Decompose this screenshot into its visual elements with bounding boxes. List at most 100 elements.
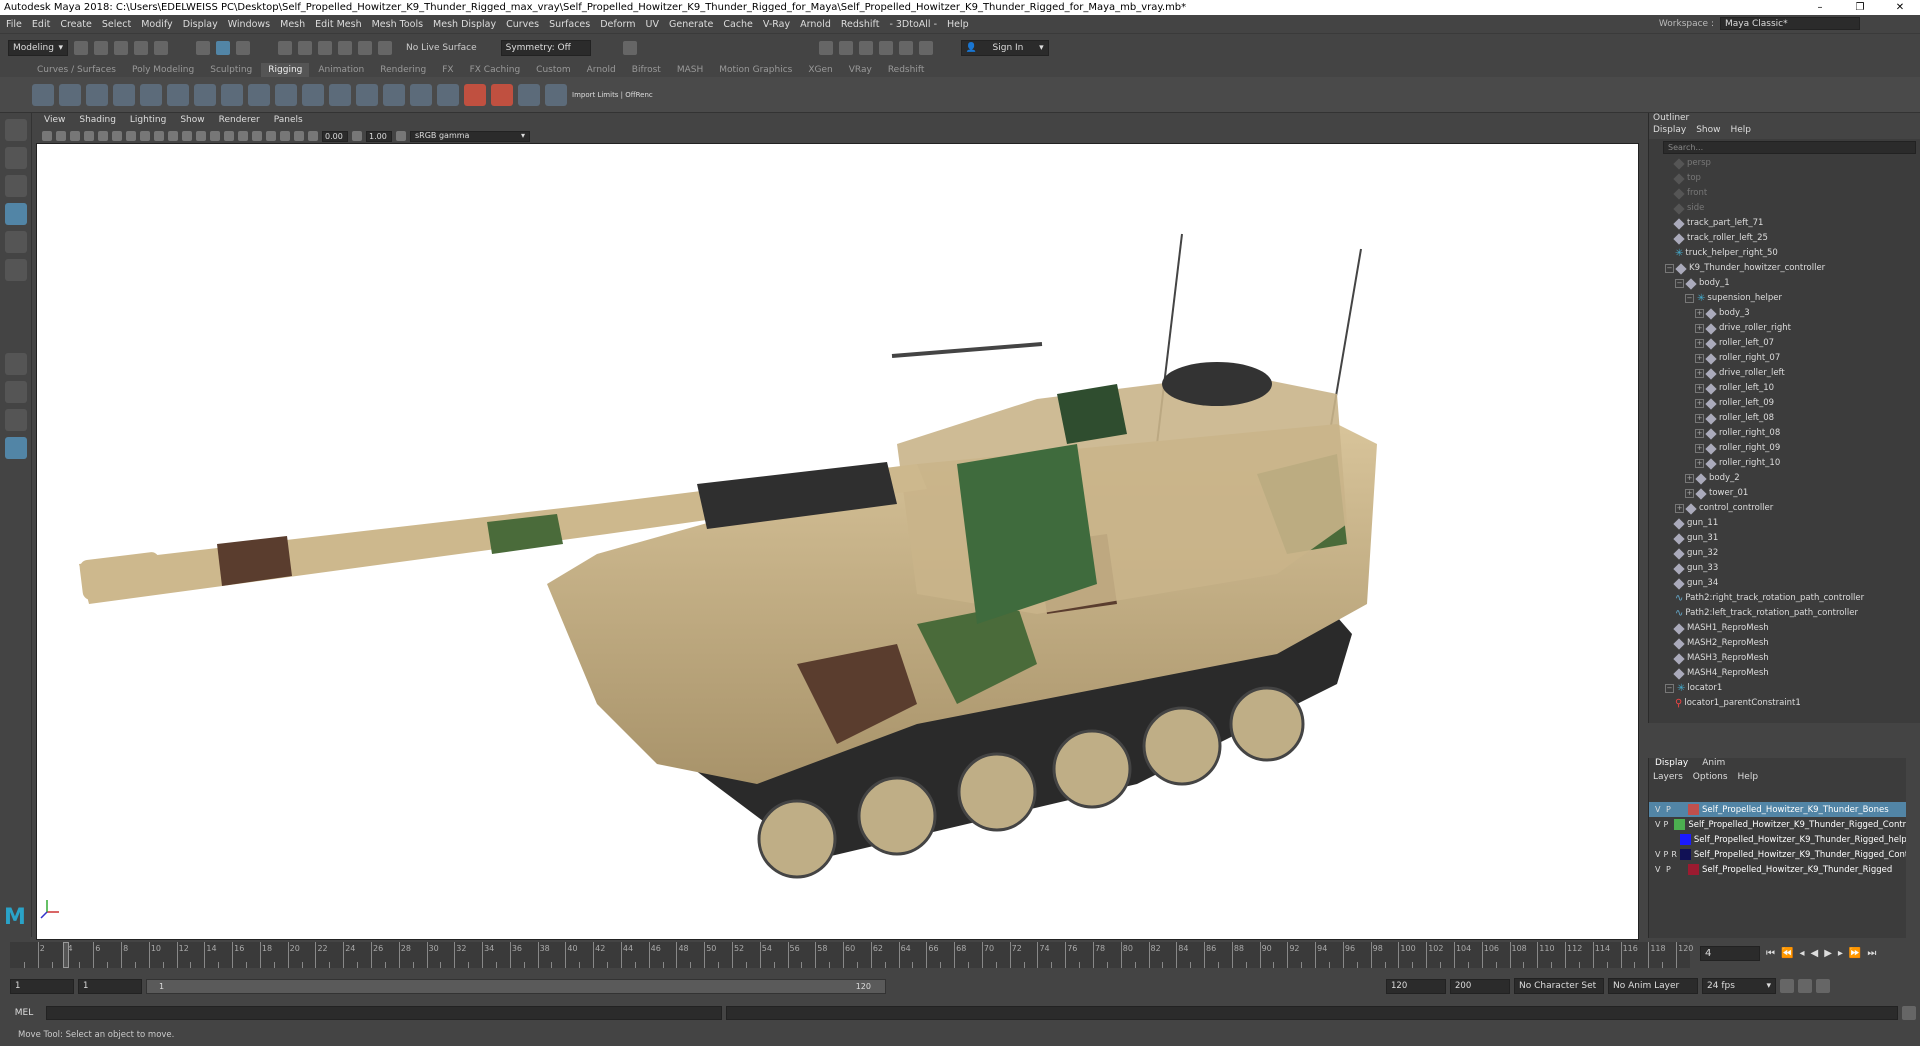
outliner-item[interactable]: + roller_right_10: [1649, 456, 1920, 471]
camera-icon[interactable]: [42, 131, 52, 141]
layer-row[interactable]: V P Self_Propelled_Howitzer_K9_Thunder_Rig…: [1649, 817, 1912, 832]
lattice-icon[interactable]: [248, 83, 270, 106]
outliner-item[interactable]: ∿ Path2:left_track_rotation_path_controll…: [1649, 606, 1920, 621]
outliner-menu-display[interactable]: Display: [1653, 125, 1686, 139]
insert-joint-icon[interactable]: [59, 83, 81, 106]
menu-surfaces[interactable]: Surfaces: [549, 19, 590, 30]
outliner-item[interactable]: − ✳ locator1: [1649, 681, 1920, 696]
menu-arnold[interactable]: Arnold: [800, 19, 831, 30]
set-key-icon[interactable]: [464, 83, 486, 106]
outliner-item[interactable]: − K9_Thunder_howitzer_controller: [1649, 261, 1920, 276]
time-ruler[interactable]: 2 4 6 8 10 12 14 16 18 20 22 24 26 28 30 32 34 36 38 40 42 44…: [10, 942, 1693, 968]
expand-toggle-icon[interactable]: +: [1695, 399, 1704, 408]
viewport-menu-show[interactable]: Show: [180, 115, 204, 129]
expand-toggle-icon[interactable]: +: [1695, 339, 1704, 348]
locator-icon[interactable]: [302, 83, 324, 106]
layer-color-swatch[interactable]: [1688, 864, 1699, 875]
shelf-tab-bifrost[interactable]: Bifrost: [625, 63, 668, 77]
import-limits-icon[interactable]: [518, 83, 540, 106]
aim-constraint-icon[interactable]: [437, 83, 459, 106]
ik-handle-icon[interactable]: [113, 83, 135, 106]
layer-color-swatch[interactable]: [1674, 819, 1686, 830]
outliner-item[interactable]: + roller_left_09: [1649, 396, 1920, 411]
layer-color-swatch[interactable]: [1679, 849, 1691, 860]
expand-toggle-icon[interactable]: +: [1695, 324, 1704, 333]
viewport-menu-shading[interactable]: Shading: [79, 115, 116, 129]
menu-generate[interactable]: Generate: [669, 19, 713, 30]
layer-row[interactable]: V P R Self_Propelled_Howitzer_K9_Thunder_Ri…: [1649, 847, 1912, 862]
expand-toggle-icon[interactable]: +: [1675, 504, 1684, 513]
viewport-menu-panels[interactable]: Panels: [274, 115, 303, 129]
outliner-item[interactable]: + roller_left_07: [1649, 336, 1920, 351]
menu-deform[interactable]: Deform: [600, 19, 635, 30]
minimize-button[interactable]: –: [1800, 0, 1840, 15]
shelf-tab-fx-caching[interactable]: FX Caching: [463, 63, 528, 77]
outliner-item[interactable]: track_roller_left_25: [1649, 231, 1920, 246]
symmetry-dropdown[interactable]: Symmetry: Off: [500, 39, 591, 56]
joint-tool-icon[interactable]: [32, 83, 54, 106]
smooth-shade-icon[interactable]: [210, 131, 220, 141]
menu-mesh-display[interactable]: Mesh Display: [433, 19, 496, 30]
expand-toggle-icon[interactable]: +: [1695, 309, 1704, 318]
outliner-item[interactable]: + drive_roller_right: [1649, 321, 1920, 336]
menu-select[interactable]: Select: [102, 19, 131, 30]
step-back-frame-icon[interactable]: ◂: [1799, 948, 1804, 959]
two-view-icon[interactable]: [5, 409, 27, 431]
expand-toggle-icon[interactable]: −: [1685, 294, 1694, 303]
expand-toggle-icon[interactable]: −: [1665, 684, 1674, 693]
scale-constraint-icon[interactable]: [410, 83, 432, 106]
outliner-item[interactable]: persp: [1649, 156, 1920, 171]
menu-cache[interactable]: Cache: [723, 19, 753, 30]
outliner-item[interactable]: gun_34: [1649, 576, 1920, 591]
undo-icon[interactable]: [134, 40, 148, 55]
expand-toggle-icon[interactable]: +: [1695, 354, 1704, 363]
color-management-icon[interactable]: [396, 131, 406, 141]
camera-attr-icon[interactable]: [56, 131, 66, 141]
outliner-menu-show[interactable]: Show: [1696, 125, 1720, 139]
four-view-icon[interactable]: [5, 381, 27, 403]
go-to-start-icon[interactable]: ⏮: [1766, 948, 1775, 959]
safe-title-icon[interactable]: [182, 131, 192, 141]
snap-live-icon[interactable]: [378, 40, 392, 55]
script-editor-icon[interactable]: [1902, 1005, 1916, 1020]
new-scene-icon[interactable]: [74, 40, 88, 55]
expand-toggle-icon[interactable]: −: [1675, 279, 1684, 288]
select-tool-icon[interactable]: [5, 119, 27, 141]
outliner-item[interactable]: − body_1: [1649, 276, 1920, 291]
layer-menu-layers[interactable]: Layers: [1653, 772, 1683, 786]
paint-weights-icon[interactable]: [221, 83, 243, 106]
shelf-tab-redshift[interactable]: Redshift: [881, 63, 932, 77]
shelf-tab-fx[interactable]: FX: [435, 63, 460, 77]
textured-icon[interactable]: [224, 131, 234, 141]
outliner-item[interactable]: MASH2_ReproMesh: [1649, 636, 1920, 651]
perspective-viewport[interactable]: [36, 143, 1639, 940]
snap-grid-icon[interactable]: [278, 40, 292, 55]
select-object-icon[interactable]: [216, 40, 230, 55]
shelf-tab-rendering[interactable]: Rendering: [373, 63, 433, 77]
render-frame-icon[interactable]: [818, 40, 833, 55]
menu-create[interactable]: Create: [60, 19, 92, 30]
menu-3dtoall[interactable]: - 3DtoAll -: [889, 19, 937, 30]
channel-box-tab[interactable]: [1906, 738, 1920, 938]
xray-joints-icon[interactable]: [294, 131, 304, 141]
playback-end-field[interactable]: 120: [1386, 978, 1446, 994]
outliner-layout-icon[interactable]: [5, 437, 27, 459]
shelf-tab-vray[interactable]: VRay: [842, 63, 879, 77]
single-view-icon[interactable]: [5, 353, 27, 375]
xray-icon[interactable]: [280, 131, 290, 141]
shelf-tab-animation[interactable]: Animation: [311, 63, 371, 77]
shelf-tab-curves-surfaces[interactable]: Curves / Surfaces: [30, 63, 123, 77]
parent-constraint-icon[interactable]: [329, 83, 351, 106]
menu-redshift[interactable]: Redshift: [841, 19, 880, 30]
workspace-dropdown[interactable]: Maya Classic*: [1720, 17, 1860, 30]
snap-curve-icon[interactable]: [298, 40, 312, 55]
close-button[interactable]: ✕: [1880, 0, 1920, 15]
shelf-tab-custom[interactable]: Custom: [529, 63, 577, 77]
bookmark-icon[interactable]: [70, 131, 80, 141]
shelf-tab-poly-modeling[interactable]: Poly Modeling: [125, 63, 201, 77]
shelf-tab-motion-graphics[interactable]: Motion Graphics: [712, 63, 799, 77]
outliner-item[interactable]: gun_31: [1649, 531, 1920, 546]
outliner-item[interactable]: gun_32: [1649, 546, 1920, 561]
snap-point-icon[interactable]: [318, 40, 332, 55]
gate-mask-icon[interactable]: [140, 131, 150, 141]
